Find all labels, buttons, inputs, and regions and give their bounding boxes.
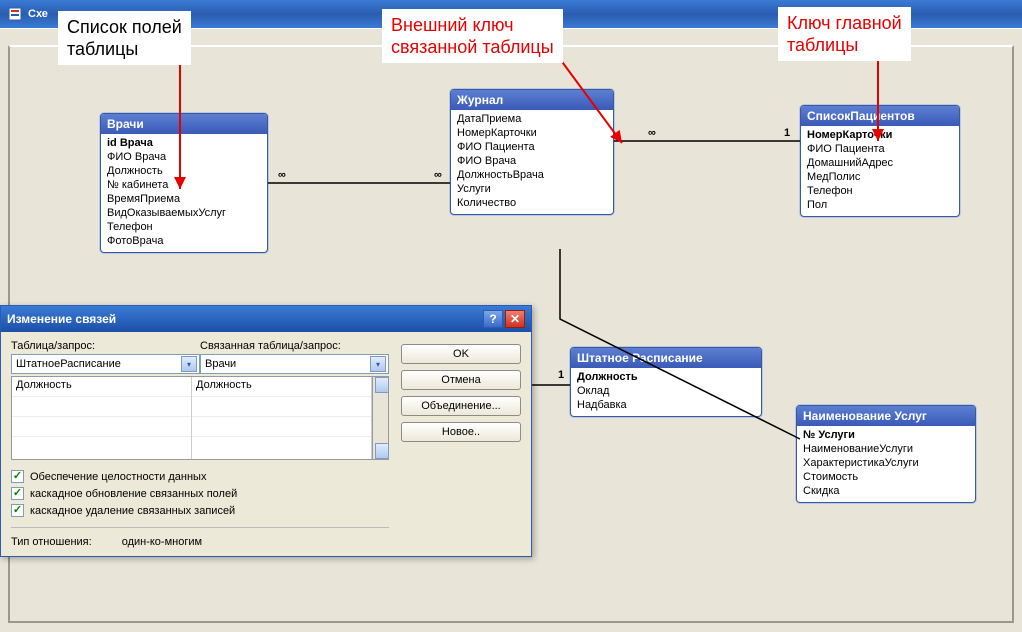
table-field[interactable]: Должность bbox=[577, 370, 755, 384]
table-field[interactable]: ФИО Пациента bbox=[457, 140, 607, 154]
field-mapping-grid[interactable]: Должность Должность bbox=[11, 376, 389, 460]
dialog-title: Изменение связей bbox=[7, 312, 116, 326]
table-field[interactable]: № кабинета bbox=[107, 178, 261, 192]
chevron-down-icon[interactable]: ▾ bbox=[370, 356, 386, 372]
join-type-button[interactable]: Объединение... bbox=[401, 396, 521, 416]
cardinality-one-1: 1 bbox=[784, 127, 790, 139]
table-field[interactable]: ДомашнийАдрес bbox=[807, 156, 953, 170]
field-right-cell[interactable]: Должность bbox=[192, 377, 371, 397]
ok-button[interactable]: OK bbox=[401, 344, 521, 364]
table-naimenovanie-uslug[interactable]: Наименование Услуг № Услуги Наименование… bbox=[796, 405, 976, 503]
callout-field-list: Список полей таблицы bbox=[58, 11, 191, 65]
table-body: НомерКарточки ФИО Пациента ДомашнийАдрес… bbox=[801, 126, 959, 216]
table-field[interactable]: ФИО Пациента bbox=[807, 142, 953, 156]
field-empty-cell[interactable] bbox=[192, 417, 371, 437]
field-empty-cell[interactable] bbox=[192, 397, 371, 417]
checkbox-label: каскадное обновление связанных полей bbox=[30, 488, 237, 500]
reltype-label: Тип отношения: bbox=[11, 536, 92, 548]
table-field[interactable]: Должность bbox=[107, 164, 261, 178]
table-title: Журнал bbox=[451, 90, 613, 110]
create-new-button[interactable]: Новое.. bbox=[401, 422, 521, 442]
table-field[interactable]: Оклад bbox=[577, 384, 755, 398]
field-empty-cell[interactable] bbox=[12, 397, 191, 417]
help-button[interactable]: ? bbox=[483, 310, 503, 328]
label-related-table: Связанная таблица/запрос: bbox=[200, 340, 389, 352]
combo-table-value: ШтатноеРасписание bbox=[16, 358, 181, 370]
table-title: Штатное Расписание bbox=[571, 348, 761, 368]
table-body: Должность Оклад Надбавка bbox=[571, 368, 761, 416]
table-title: СписокПациентов bbox=[801, 106, 959, 126]
table-shtatnoe-raspisanie[interactable]: Штатное Расписание Должность Оклад Надба… bbox=[570, 347, 762, 417]
cardinality-one-2: 1 bbox=[558, 369, 564, 381]
callout-foreign-key: Внешний ключ связанной таблицы bbox=[382, 9, 563, 63]
field-empty-cell[interactable] bbox=[12, 417, 191, 437]
reltype-value: один-ко-многим bbox=[122, 536, 202, 548]
table-field[interactable]: id Врача bbox=[107, 136, 261, 150]
callout-primary-key: Ключ главной таблицы bbox=[778, 7, 911, 61]
checkbox-enforce-integrity[interactable]: ✓ bbox=[11, 470, 24, 483]
checkbox-cascade-delete[interactable]: ✓ bbox=[11, 504, 24, 517]
table-field[interactable]: ФИО Врача bbox=[457, 154, 607, 168]
window-title: Схе bbox=[28, 8, 48, 20]
table-field[interactable]: НомерКарточки bbox=[457, 126, 607, 140]
combo-table[interactable]: ШтатноеРасписание ▾ bbox=[11, 354, 200, 374]
cancel-button[interactable]: Отмена bbox=[401, 370, 521, 390]
checkbox-label: каскадное удаление связанных записей bbox=[30, 505, 235, 517]
close-button[interactable]: ✕ bbox=[505, 310, 525, 328]
table-field[interactable]: Телефон bbox=[107, 220, 261, 234]
cardinality-inf-3: ∞ bbox=[648, 127, 656, 139]
checkbox-label: Обеспечение целостности данных bbox=[30, 471, 206, 483]
table-field[interactable]: Количество bbox=[457, 196, 607, 210]
table-title: Наименование Услуг bbox=[797, 406, 975, 426]
table-field[interactable]: Услуги bbox=[457, 182, 607, 196]
table-body: ДатаПриема НомерКарточки ФИО Пациента ФИ… bbox=[451, 110, 613, 214]
table-field[interactable]: № Услуги bbox=[803, 428, 969, 442]
table-field[interactable]: ФотоВрача bbox=[107, 234, 261, 248]
table-field[interactable]: Скидка bbox=[803, 484, 969, 498]
scrollbar[interactable] bbox=[372, 377, 388, 459]
table-field[interactable]: Телефон bbox=[807, 184, 953, 198]
table-field[interactable]: ХарактеристикаУслуги bbox=[803, 456, 969, 470]
cardinality-inf-2: ∞ bbox=[434, 169, 442, 181]
table-zhurnal[interactable]: Журнал ДатаПриема НомерКарточки ФИО Паци… bbox=[450, 89, 614, 215]
table-vrachi[interactable]: Врачи id Врача ФИО Врача Должность № каб… bbox=[100, 113, 268, 253]
combo-related-value: Врачи bbox=[205, 358, 370, 370]
dialog-titlebar[interactable]: Изменение связей ? ✕ bbox=[1, 306, 531, 332]
table-field[interactable]: МедПолис bbox=[807, 170, 953, 184]
cardinality-inf-1: ∞ bbox=[278, 169, 286, 181]
checkbox-cascade-update[interactable]: ✓ bbox=[11, 487, 24, 500]
table-field[interactable]: ДатаПриема bbox=[457, 112, 607, 126]
chevron-down-icon[interactable]: ▾ bbox=[181, 356, 197, 372]
table-field[interactable]: Надбавка bbox=[577, 398, 755, 412]
field-left-cell[interactable]: Должность bbox=[12, 377, 191, 397]
table-field[interactable]: ФИО Врача bbox=[107, 150, 261, 164]
edit-relationships-dialog[interactable]: Изменение связей ? ✕ Таблица/запрос: Свя… bbox=[0, 305, 532, 557]
table-field[interactable]: ДолжностьВрача bbox=[457, 168, 607, 182]
table-body: № Услуги НаименованиеУслуги Характеристи… bbox=[797, 426, 975, 502]
table-field[interactable]: ВремяПриема bbox=[107, 192, 261, 206]
table-field[interactable]: НомерКарточки bbox=[807, 128, 953, 142]
table-spisok-pacientov[interactable]: СписокПациентов НомерКарточки ФИО Пациен… bbox=[800, 105, 960, 217]
table-field[interactable]: ВидОказываемыхУслуг bbox=[107, 206, 261, 220]
diagram-canvas: ∞ ∞ ∞ 1 1 Список полей таблицы Внешний к… bbox=[0, 28, 1022, 631]
table-field[interactable]: НаименованиеУслуги bbox=[803, 442, 969, 456]
table-field[interactable]: Стоимость bbox=[803, 470, 969, 484]
table-body: id Врача ФИО Врача Должность № кабинета … bbox=[101, 134, 267, 252]
table-title: Врачи bbox=[101, 114, 267, 134]
label-table-query: Таблица/запрос: bbox=[11, 340, 200, 352]
combo-related[interactable]: Врачи ▾ bbox=[200, 354, 389, 374]
table-field[interactable]: Пол bbox=[807, 198, 953, 212]
app-icon bbox=[8, 7, 22, 21]
